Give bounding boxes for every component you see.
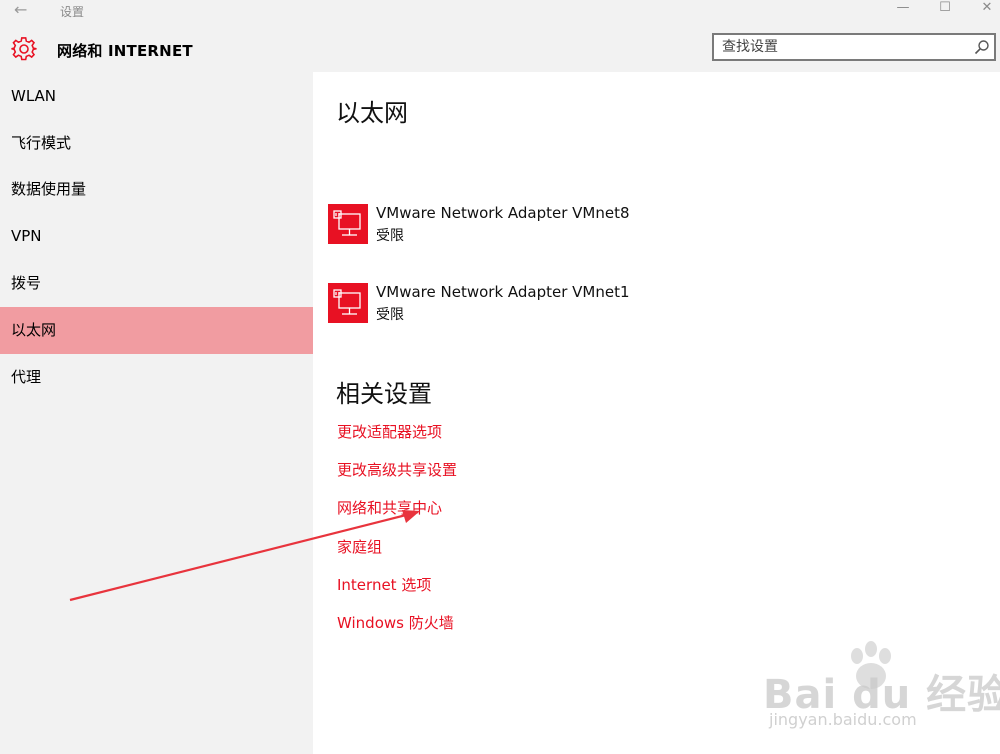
gear-icon: [11, 37, 37, 61]
page-title: 以太网: [336, 99, 408, 127]
sidebar-item-airplane-mode[interactable]: 飞行模式: [0, 120, 313, 167]
sidebar-item-label: WLAN: [11, 87, 57, 105]
sidebar-item-vpn[interactable]: VPN: [0, 213, 313, 260]
back-arrow-icon[interactable]: ←: [14, 0, 27, 19]
sidebar-item-dialup[interactable]: 拨号: [0, 260, 313, 307]
search-box[interactable]: [712, 33, 996, 61]
adapter-name: VMware Network Adapter VMnet1: [376, 283, 630, 301]
related-settings-title: 相关设置: [336, 380, 432, 408]
link-change-adapter-options[interactable]: 更改适配器选项: [337, 421, 442, 442]
ethernet-icon: [328, 283, 368, 323]
link-advanced-sharing-settings[interactable]: 更改高级共享设置: [337, 459, 457, 480]
adapter-status: 受限: [376, 307, 404, 323]
baidu-jingyan-watermark: Bai du 经验 jingyan.baidu.com: [763, 640, 1000, 740]
link-homegroup[interactable]: 家庭组: [337, 536, 382, 557]
search-input[interactable]: [722, 38, 972, 56]
ethernet-icon: [328, 204, 368, 244]
link-windows-firewall[interactable]: Windows 防火墙: [337, 612, 454, 633]
watermark-url: jingyan.baidu.com: [769, 710, 917, 729]
sidebar-item-proxy[interactable]: 代理: [0, 354, 313, 401]
sidebar-item-ethernet[interactable]: 以太网: [0, 307, 313, 354]
sidebar-item-wlan[interactable]: WLAN: [0, 73, 313, 120]
sidebar-item-label: 数据使用量: [11, 180, 87, 198]
maximize-button[interactable]: ☐: [922, 0, 968, 22]
sidebar-item-data-usage[interactable]: 数据使用量: [0, 166, 313, 213]
close-button[interactable]: ✕: [964, 0, 1000, 22]
sidebar-item-label: 拨号: [11, 274, 42, 292]
network-adapter-item[interactable]: VMware Network Adapter VMnet1 受限: [328, 283, 928, 325]
link-network-sharing-center[interactable]: 网络和共享中心: [337, 497, 442, 518]
adapter-name: VMware Network Adapter VMnet8: [376, 204, 630, 222]
sidebar-item-label: 代理: [11, 368, 42, 386]
window-title: 设置: [60, 5, 85, 19]
sidebar-item-label: 飞行模式: [11, 134, 72, 152]
adapter-status: 受限: [376, 228, 404, 244]
sidebar-item-label: 以太网: [11, 321, 57, 339]
link-internet-options[interactable]: Internet 选项: [337, 574, 431, 595]
minimize-button[interactable]: —: [880, 0, 926, 22]
sidebar-item-label: VPN: [11, 227, 42, 245]
section-title: 网络和 INTERNET: [57, 42, 193, 60]
network-adapter-item[interactable]: VMware Network Adapter VMnet8 受限: [328, 204, 928, 246]
search-icon[interactable]: [974, 39, 990, 55]
